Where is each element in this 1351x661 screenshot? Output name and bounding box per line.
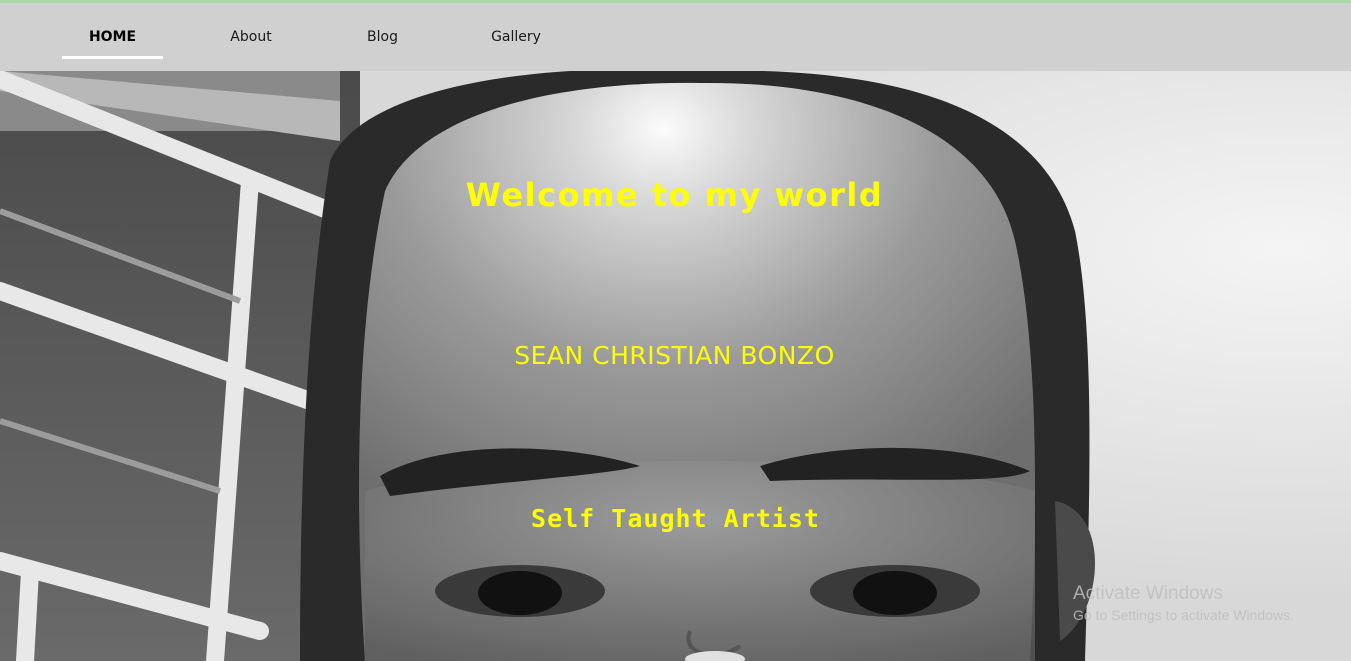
nav-gallery[interactable]: Gallery [470, 3, 562, 71]
navbar: HOME About Blog Gallery [0, 3, 1351, 71]
nav-home[interactable]: HOME [62, 3, 163, 71]
nav-blog[interactable]: Blog [340, 3, 425, 71]
welcome-heading: Welcome to my world [465, 176, 884, 214]
activate-windows-subtitle: Go to Settings to activate Windows. [1073, 607, 1294, 623]
page: HOME About Blog Gallery Welcome to my wo… [0, 0, 1351, 661]
hero-section: Welcome to my world SEAN CHRISTIAN BONZO… [0, 71, 1351, 661]
activate-windows-watermark: Activate Windows Go to Settings to activ… [1073, 583, 1294, 625]
artist-tagline: Self Taught Artist [531, 504, 820, 533]
nav-about[interactable]: About [205, 3, 297, 71]
active-nav-underline [62, 56, 163, 59]
artist-name: SEAN CHRISTIAN BONZO [514, 341, 835, 370]
activate-windows-title: Activate Windows [1073, 583, 1223, 604]
